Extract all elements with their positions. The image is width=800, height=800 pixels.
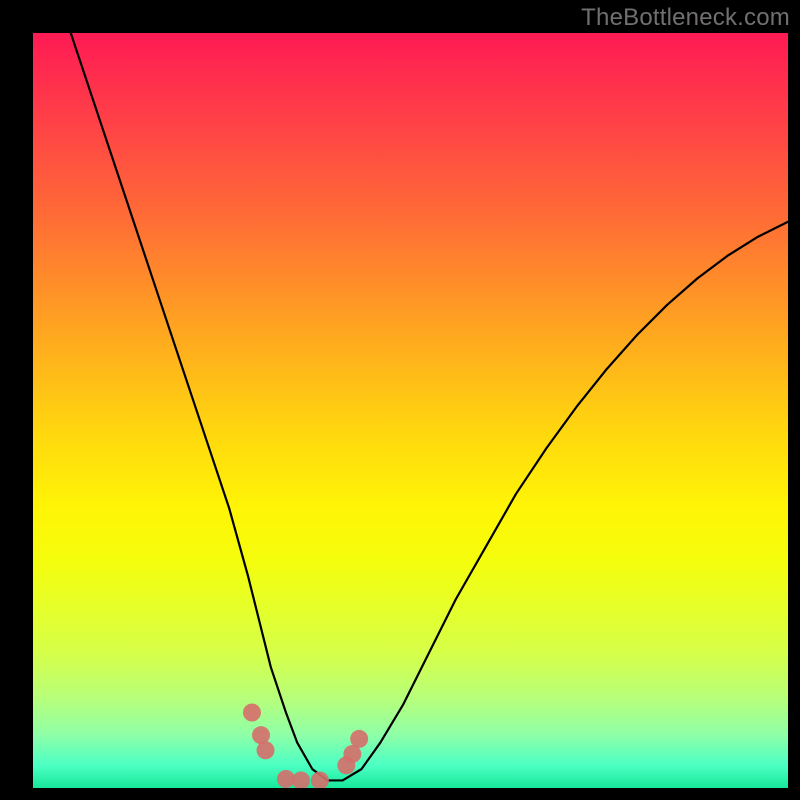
watermark-text: TheBottleneck.com	[581, 4, 790, 32]
chart-frame	[0, 0, 800, 800]
chart-svg	[33, 33, 788, 788]
plot-area	[33, 33, 788, 788]
curve-line	[71, 33, 788, 780]
